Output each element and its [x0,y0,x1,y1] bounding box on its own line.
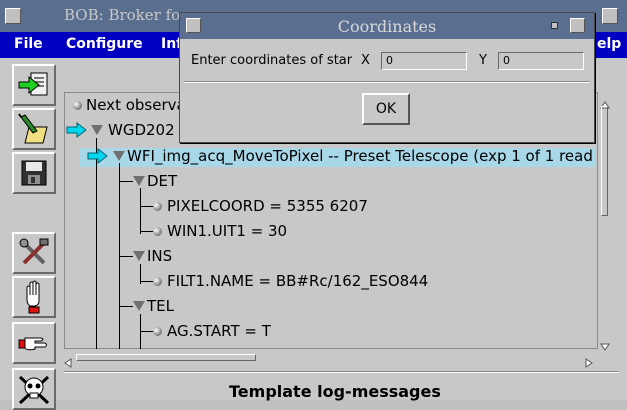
toolbar [8,60,60,410]
tree-node-bullet [73,101,82,110]
edit-button[interactable] [12,108,56,150]
horizontal-scrollbar[interactable] [64,349,596,368]
expand-triangle-icon[interactable] [133,301,145,311]
tree-row-param[interactable]: PIXELCOORD = 5355 6207 [167,197,368,215]
dialog-maximize-button[interactable] [570,18,585,33]
save-icon [21,160,47,186]
abort-button[interactable] [12,368,56,410]
scroll-down-icon[interactable] [600,336,610,355]
tree-line [140,206,154,207]
load-button[interactable] [12,64,56,106]
tree-line [119,256,133,257]
menu-help[interactable]: elp [597,36,621,52]
tree-row-tel[interactable]: TEL [147,297,174,315]
tree-node-bullet [153,227,162,236]
dialog-title: Coordinates [337,17,437,36]
tree-node-bullet [153,327,162,336]
scroll-right-icon[interactable] [585,353,593,368]
tree-line [140,314,141,350]
dialog-menu-button[interactable] [186,18,201,33]
coordinates-dialog: Coordinates Enter coordinates of star X … [179,12,595,143]
tools-button[interactable] [12,232,56,274]
tree-line [96,138,97,350]
current-arrow-icon [87,148,108,164]
vertical-scroll-thumb[interactable] [601,106,608,216]
current-arrow-icon [66,122,87,138]
window-menu-button[interactable] [5,8,21,24]
tree-line [119,306,133,307]
log-messages-title: Template log-messages [229,382,441,401]
save-button[interactable] [12,152,56,194]
tree-line [140,231,154,232]
expand-triangle-icon[interactable] [113,151,125,161]
y-coordinate-input[interactable]: 0 [498,52,584,70]
tree-row-param[interactable]: WIN1.UIT1 = 30 [167,222,287,240]
scroll-left-icon[interactable] [64,353,72,368]
tree-row-template[interactable]: WFI_img_acq_MoveToPixel -- Preset Telesc… [127,147,593,165]
tree-row-ins[interactable]: INS [147,247,172,265]
tree-node-bullet [153,202,162,211]
tree-row-param[interactable]: AG.START = T [167,322,271,340]
main-window-title: BOB: Broker fo [64,6,181,24]
tree-row-next-observation[interactable]: Next observa [86,96,186,114]
load-icon [18,72,48,96]
expand-triangle-icon[interactable] [133,251,145,261]
point-button[interactable] [12,322,56,364]
dialog-minimize-button[interactable] [551,22,558,29]
horizontal-scroll-thumb[interactable] [76,354,256,361]
edit-icon [18,113,48,144]
expand-triangle-icon[interactable] [91,125,103,135]
ok-button[interactable]: OK [362,93,410,125]
x-coordinate-input[interactable]: 0 [381,52,467,70]
vertical-scrollbar[interactable] [597,92,615,351]
tree-row-ob[interactable]: WGD202 [108,121,175,139]
y-label: Y [479,53,487,68]
menu-configure[interactable]: Configure [66,36,143,52]
menu-file[interactable]: File [14,36,43,52]
tree-line [140,331,154,332]
tree-line [140,188,141,234]
dialog-prompt: Enter coordinates of star [191,53,353,68]
tree-row-det[interactable]: DET [147,172,177,190]
pane-divider[interactable] [64,371,619,373]
tree-line [140,281,154,282]
tree-node-bullet [153,277,162,286]
stop-button[interactable] [12,276,56,318]
x-label: X [361,53,370,68]
tree-row-param[interactable]: FILT1.NAME = BB#Rc/162_ESO844 [167,272,428,290]
skull-icon [18,375,50,405]
expand-triangle-icon[interactable] [133,176,145,186]
hand-pointing-icon [18,337,47,351]
hand-stop-icon [26,280,40,314]
tree-line [119,181,133,182]
window-maximize-button[interactable] [602,8,618,24]
dialog-separator [184,81,590,83]
tools-icon [19,238,49,265]
